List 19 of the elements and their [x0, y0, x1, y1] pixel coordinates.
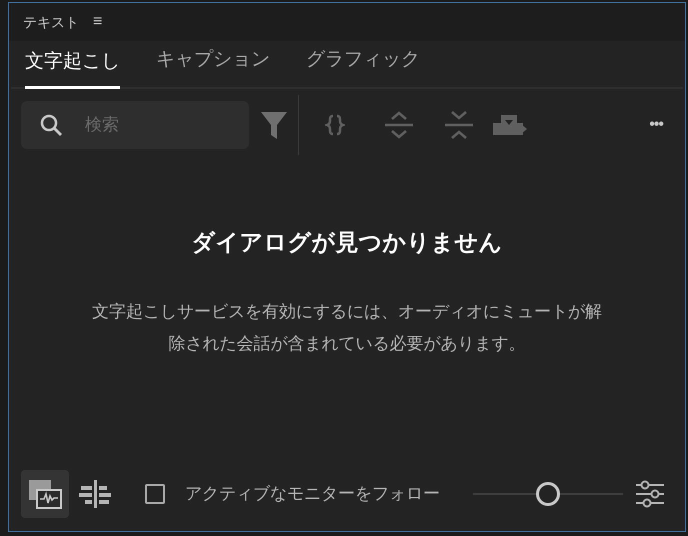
expand-icon[interactable] — [385, 110, 413, 140]
panel-menu-icon[interactable]: ≡ — [93, 10, 102, 34]
clip-waveform-view-button[interactable] — [21, 470, 69, 518]
clip-export-icon[interactable] — [493, 113, 527, 137]
empty-state-message: 文字起こしサービスを有効にするには、オーディオにミュートが解除された会話が含まれている必要があります。 — [91, 300, 603, 354]
settings-sliders-icon[interactable] — [635, 480, 665, 508]
more-options-icon[interactable]: ••• — [649, 113, 663, 137]
follow-monitor-label: アクティブなモニターをフォロー — [185, 483, 440, 506]
tab[interactable]: 文字起こし — [25, 48, 120, 89]
collapse-icon[interactable] — [445, 110, 473, 140]
tab[interactable]: キャプション — [156, 46, 270, 87]
search-icon — [39, 113, 63, 137]
follow-monitor-checkbox[interactable] — [145, 484, 165, 504]
zoom-slider[interactable] — [473, 482, 623, 506]
empty-state-heading: ダイアログが見つかりません — [192, 228, 502, 257]
tab[interactable]: グラフィック — [306, 46, 420, 87]
braces-icon[interactable] — [325, 114, 345, 136]
filter-icon[interactable] — [260, 109, 288, 141]
panel-title: テキスト — [23, 12, 79, 32]
